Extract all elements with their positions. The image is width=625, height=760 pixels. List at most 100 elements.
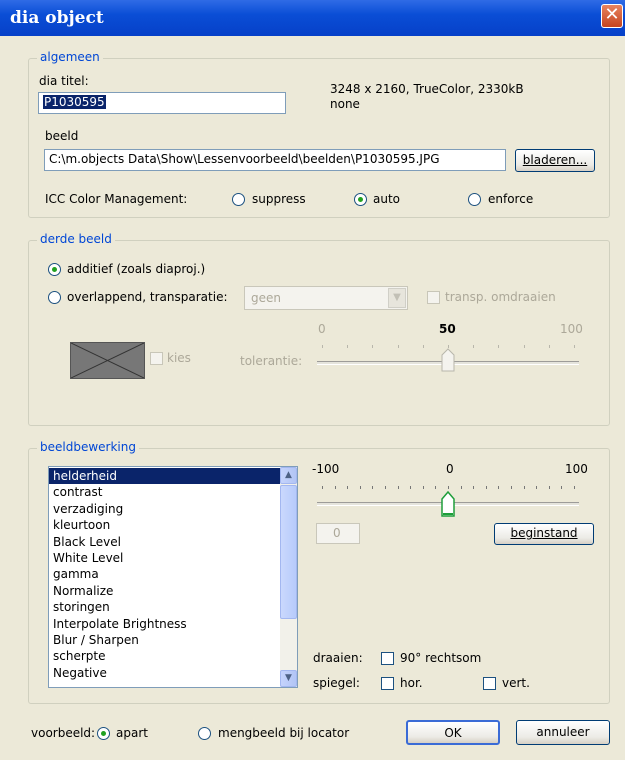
slider-tick [523,486,525,489]
slider-tick [422,486,424,489]
transparency-combo: geen ▼ [244,286,408,310]
chevron-down-icon: ▼ [388,288,406,308]
transparency-combo-value: geen [251,291,281,305]
rotate-90-checkbox[interactable] [381,652,394,665]
close-button[interactable]: ✕ [601,4,623,28]
slider-tick [523,345,525,348]
edit-slider-thumb[interactable] [441,490,455,517]
additief-label: additief (zoals diaproj.) [67,262,206,276]
slider-tick [548,486,550,489]
mirror-hor-checkbox[interactable] [381,677,394,690]
mirror-label: spiegel: [313,676,360,690]
slider-tick [372,486,374,489]
list-item[interactable]: verzadiging [49,501,281,517]
slider-tick [322,345,323,348]
list-item[interactable]: Interpolate Brightness [49,616,281,632]
slider-tick [485,486,487,489]
ok-button[interactable]: OK [406,720,500,745]
list-item[interactable]: Negative [49,665,281,681]
list-item[interactable]: helderheid [49,468,281,485]
icc-auto-radio[interactable] [354,193,367,206]
edit-list[interactable]: helderheid contrast verzadiging kleurtoon Bl… [48,466,298,688]
slider-tick [574,345,575,348]
beeldbewerking-legend: beeldbewerking [37,440,139,454]
derde-beeld-legend: derde beeld [37,232,115,246]
list-item[interactable]: Blur / Sharpen [49,632,281,648]
image-path-value: C:\m.objects Data\Show\Lessenvoorbeeld\b… [49,152,440,166]
slider-tick [473,486,475,489]
image-path-input[interactable]: C:\m.objects Data\Show\Lessenvoorbeeld\b… [44,149,506,171]
slider-tick [410,486,412,489]
preview-apart-radio[interactable] [97,727,110,740]
rotate-90-label: 90° rechtsom [400,651,482,665]
edit-scale-min: -100 [312,462,340,476]
tolerance-scale-max: 100 [560,322,583,336]
slider-tick [334,486,336,489]
edit-value: 0 [333,526,341,540]
reset-button[interactable]: beginstand [494,523,594,545]
icc-suppress-radio[interactable] [232,193,245,206]
scroll-down-icon[interactable]: ▼ [280,670,297,687]
slider-tick [435,486,437,489]
slider-tick [347,486,349,489]
transp-omdraaien-label: transp. omdraaien [445,290,556,304]
icc-label: ICC Color Management: [45,192,188,206]
list-item[interactable]: contrast [49,484,281,500]
kies-checkbox [150,352,163,365]
preview-label: voorbeeld: [31,726,96,740]
additief-radio[interactable] [48,263,61,276]
color-swatch[interactable] [70,342,145,379]
slider-tick [359,486,361,489]
slider-tick [372,345,374,348]
tolerance-slider-thumb [441,348,455,372]
list-item[interactable]: gamma [49,566,281,582]
overlappend-radio[interactable] [48,291,61,304]
slider-tick [385,486,386,489]
slider-tick [473,345,475,348]
kies-label: kies [167,351,191,365]
icc-enforce-radio[interactable] [468,193,481,206]
title-bar: dia object ✕ [0,0,625,36]
preview-meng-radio[interactable] [198,727,211,740]
scroll-up-icon[interactable]: ▲ [280,467,297,484]
slider-thumb-icon [441,348,455,372]
mirror-vert-checkbox[interactable] [483,677,496,690]
slider-tick [397,486,399,489]
slider-tick [498,486,500,489]
dia-title-input[interactable]: P1030595 [38,92,286,114]
tolerance-scale-min: 0 [318,322,326,336]
browse-label: bladeren... [522,153,588,167]
icc-enforce-label: enforce [488,192,534,206]
edit-scale-mid: 0 [446,462,454,476]
cancel-button[interactable]: annuleer [516,720,610,745]
slider-tick [448,486,449,489]
list-item[interactable]: White Level [49,550,281,566]
rotate-label: draaien: [313,651,363,665]
edit-list-items: helderheid contrast verzadiging kleurtoon Bl… [49,468,281,681]
list-item[interactable]: Normalize [49,583,281,599]
list-scrollbar[interactable]: ▲ ▼ [280,467,297,687]
tolerance-scale-mid: 50 [439,322,456,336]
overlappend-label: overlappend, transparatie: [67,290,228,304]
edit-scale-max: 100 [565,462,588,476]
scroll-thumb[interactable] [280,485,297,619]
image-info: 3248 x 2160, TrueColor, 2330kB [330,82,524,96]
image-info-secondary: none [330,97,360,111]
list-item[interactable]: scherpte [49,648,281,664]
slider-tick [574,486,575,489]
beeld-label: beeld [45,129,79,143]
mirror-vert-label: vert. [502,676,530,690]
reset-label: beginstand [510,526,578,540]
list-item[interactable]: Black Level [49,534,281,550]
browse-button[interactable]: bladeren... [515,149,595,172]
dia-title-value: P1030595 [43,95,106,109]
slider-thumb-icon [441,490,455,517]
cancel-label: annuleer [536,725,590,739]
slider-tick [561,486,563,489]
preview-apart-label: apart [116,726,148,740]
list-item[interactable]: kleurtoon [49,517,281,533]
slider-tick [422,345,424,348]
list-item[interactable]: storingen [49,599,281,615]
slider-tick [536,486,538,489]
transp-omdraaien-checkbox [427,291,440,304]
